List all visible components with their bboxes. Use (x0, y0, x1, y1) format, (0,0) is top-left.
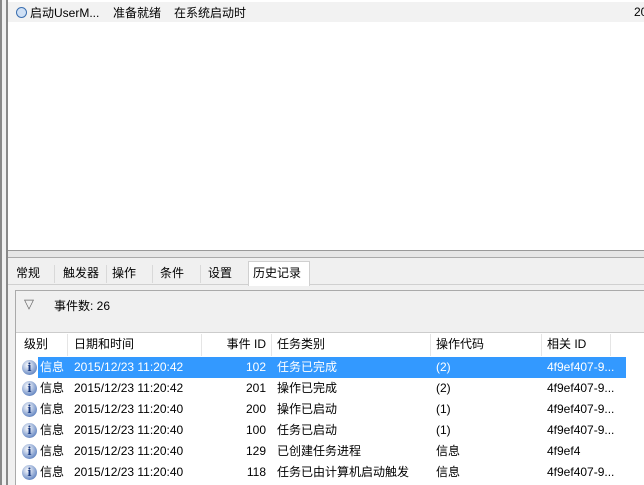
cell-level: 信息 (40, 465, 65, 479)
col-opcode[interactable]: 操作代码 (436, 334, 484, 355)
cell-level: 信息 (40, 381, 65, 395)
col-related-id[interactable]: 相关 ID (547, 334, 586, 355)
info-icon: i (22, 360, 37, 375)
task-status: 准备就绪 (113, 5, 162, 20)
cell-datetime: 2015/12/23 11:20:40 (74, 465, 184, 479)
cell-level: 信息 (40, 402, 65, 416)
divider (200, 265, 201, 283)
event-count: 事件数: 26 (54, 299, 111, 313)
cell-category: 任务已启动 (277, 423, 338, 437)
tab-actions[interactable]: 操作 (108, 263, 140, 285)
cell-event-id: 118 (246, 465, 266, 479)
cell-level: 信息 (40, 423, 65, 437)
info-icon: i (22, 465, 37, 480)
cell-level: 信息 (40, 360, 65, 374)
table-row[interactable]: i 信息 2015/12/23 11:20:40 200 操作已启动 (1) 4… (16, 399, 644, 420)
cell-event-id: 129 (245, 444, 266, 458)
cell-category: 已创建任务进程 (277, 444, 362, 458)
cell-opcode: 信息 (436, 465, 461, 479)
cell-category: 任务已由计算机启动触发 (277, 465, 410, 479)
tab-conditions[interactable]: 条件 (156, 263, 188, 285)
cell-level: 信息 (40, 444, 65, 458)
tab-history[interactable]: 历史记录 (248, 261, 310, 286)
task-name: 启动UserM... (30, 5, 100, 20)
cell-related-id: 4f9ef407-9... (547, 360, 615, 374)
cell-related-id: 4f9ef4 (547, 444, 581, 458)
col-event-id[interactable]: 事件 ID (201, 334, 266, 355)
table-row[interactable]: i 信息 2015/12/23 11:20:42 102 任务已完成 (2) 4… (16, 357, 644, 378)
cell-category: 操作已启动 (277, 402, 338, 416)
cell-opcode: (1) (436, 402, 451, 416)
task-next-run: 20 (634, 5, 644, 19)
cell-category: 操作已完成 (277, 381, 338, 395)
cell-event-id: 200 (245, 402, 266, 416)
filter-bar: ▽ 事件数: 26 (16, 291, 644, 333)
cell-related-id: 4f9ef407-9... (547, 402, 615, 416)
cell-category: 任务已完成 (277, 360, 338, 374)
cell-datetime: 2015/12/23 11:20:40 (74, 402, 184, 416)
col-datetime[interactable]: 日期和时间 (74, 334, 134, 355)
task-list: 启动UserM... 准备就绪 在系统启动时 20 (8, 0, 644, 251)
table-row[interactable]: i 信息 2015/12/23 11:20:40 129 已创建任务进程 信息 … (16, 441, 644, 462)
cell-event-id: 102 (245, 360, 266, 374)
cell-related-id: 4f9ef407-9... (547, 423, 615, 437)
tab-general[interactable]: 常规 (12, 263, 44, 285)
task-trigger: 在系统启动时 (174, 5, 247, 20)
info-icon: i (22, 423, 37, 438)
cell-datetime: 2015/12/23 11:20:42 (74, 360, 184, 374)
table-row[interactable]: i 信息 2015/12/23 11:20:40 100 任务已启动 (1) 4… (16, 420, 644, 441)
clock-icon (16, 6, 27, 18)
left-border (0, 0, 8, 485)
col-category[interactable]: 任务类别 (277, 334, 325, 355)
divider (106, 265, 107, 283)
cell-related-id: 4f9ef407-9... (547, 381, 615, 395)
tab-settings[interactable]: 设置 (204, 263, 236, 285)
cell-related-id: 4f9ef407-9... (547, 465, 615, 479)
divider (152, 265, 153, 283)
task-row[interactable]: 启动UserM... 准备就绪 在系统启动时 20 (8, 2, 644, 22)
info-icon: i (22, 381, 37, 396)
tab-bar: 常规 触发器 操作 条件 设置 历史记录 (8, 261, 644, 286)
table-row[interactable]: i 信息 2015/12/23 11:20:40 118 任务已由计算机启动触发… (16, 462, 644, 483)
history-panel: ▽ 事件数: 26 级别 日期和时间 事件 ID 任务类别 操作代码 相关 ID… (15, 290, 644, 485)
tab-triggers[interactable]: 触发器 (59, 263, 103, 285)
divider (54, 265, 55, 283)
cell-opcode: 信息 (436, 444, 461, 458)
cell-datetime: 2015/12/23 11:20:42 (74, 381, 184, 395)
info-icon: i (22, 444, 37, 459)
cell-event-id: 100 (245, 423, 266, 437)
table-row[interactable]: i 信息 2015/12/23 11:20:42 201 操作已完成 (2) 4… (16, 378, 644, 399)
cell-opcode: (1) (436, 423, 451, 437)
info-icon: i (22, 402, 37, 417)
splitter[interactable] (8, 251, 644, 258)
cell-opcode: (2) (436, 381, 451, 395)
cell-event-id: 201 (245, 381, 266, 395)
col-level[interactable]: 级别 (24, 334, 48, 355)
filter-icon[interactable]: ▽ (24, 296, 34, 312)
table-header: 级别 日期和时间 事件 ID 任务类别 操作代码 相关 ID (16, 334, 644, 356)
cell-opcode: (2) (436, 360, 451, 374)
cell-datetime: 2015/12/23 11:20:40 (74, 423, 184, 437)
cell-datetime: 2015/12/23 11:20:40 (74, 444, 184, 458)
